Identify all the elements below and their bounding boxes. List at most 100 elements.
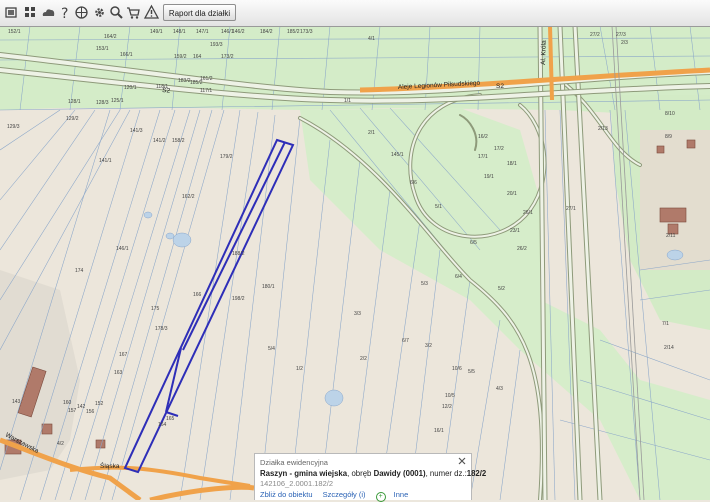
parcel-number-label: 2/3 [621, 40, 628, 46]
globe-icon[interactable] [73, 4, 90, 21]
parcel-number-label: 129/3 [7, 124, 20, 130]
parcel-number-label: 6/5 [470, 240, 477, 246]
plus-icon: + [375, 492, 386, 502]
parcel-number-label: 162/2 [182, 194, 195, 200]
zoom-icon[interactable] [108, 4, 125, 21]
parcel-number-label: 167 [119, 352, 128, 358]
parcel-number-label: 145/1 [391, 152, 404, 158]
parcel-number-label: 10/5 [445, 393, 455, 399]
parcel-number-label: 117/1 [200, 88, 212, 94]
popup-parcel-code: 142106_2.0001.182/2 [260, 479, 333, 488]
popup-links: Zbliż do obiektu Szczegóły (i) + Inne [260, 490, 424, 502]
parcel-number-label: 156 [86, 409, 95, 415]
parcel-number-label: 27/3 [616, 32, 626, 38]
parcel-number-label: 153/1 [96, 46, 109, 52]
parcel-number-label: 174 [75, 268, 84, 274]
popup-separator: , obręb [347, 469, 372, 478]
parcel-number-label: 173/2 [221, 54, 234, 60]
parcel-number-label: 149/1 [150, 29, 163, 35]
popup-gmina: Raszyn - gmina wiejska [260, 469, 348, 478]
parcel-number-label: 27/1 [566, 206, 576, 212]
building [686, 139, 696, 149]
road-label-krolow: Al. Króla [540, 40, 548, 65]
parcel-number-label: 193/3 [210, 42, 223, 48]
parcel-number-label: 179/2 [220, 154, 233, 160]
parcel-number-label: 17/1 [478, 154, 488, 160]
parcel-number-label: 166 [193, 292, 202, 298]
parcel-number-label: 3/2 [425, 343, 432, 349]
parcel-number-label: 141/2 [153, 138, 166, 144]
parcel-number-label: 183/2 [178, 78, 191, 84]
parcel-number-label: 6/6 [410, 180, 417, 186]
settings-icon[interactable] [91, 4, 108, 21]
parcel-number-label: 164 [158, 422, 167, 428]
parcel-number-label: 166/1 [120, 52, 133, 58]
parcel-number-label: 5/1 [435, 204, 442, 210]
parcel-number-label: 2/14 [664, 345, 674, 351]
parcel-report-button[interactable]: Raport dla działki [163, 4, 236, 21]
parcel-number-label: 4/3 [496, 386, 503, 392]
parcel-number-label: 146/2 [232, 29, 245, 35]
help-icon[interactable]: ? [57, 4, 74, 21]
parcel-number-label: 5/3 [421, 281, 428, 287]
popup-separator: , numer dz.: [425, 469, 467, 478]
parcel-number-label: 4/2 [57, 441, 64, 447]
parcel-number-label: 19/1 [484, 174, 494, 180]
parcel-number-label: 185/2 [190, 80, 203, 86]
parcel-number-label: 23/1 [510, 228, 520, 234]
cloud-icon[interactable] [40, 4, 57, 21]
parcel-number-label: 120/1 [124, 85, 137, 91]
parcel-number-label: 163 [114, 370, 123, 376]
parcel-number-label: 8/10 [665, 111, 675, 117]
parcel-number-label: 173/3 [300, 29, 313, 35]
building [41, 423, 53, 435]
building-zone-east [640, 130, 710, 270]
cadastral-map[interactable]: Aleje Legionów Piłsudskiego S2 S2 Al. Kr… [0, 0, 710, 500]
parcel-number-label: 164/2 [104, 34, 117, 40]
parcel-number-label: 2/2 [360, 356, 367, 362]
more-link[interactable]: + Inne [375, 490, 417, 502]
parcel-number-label: 143 [12, 399, 21, 405]
parcel-info-popup: Działka ewidencyjna Raszyn - gmina wiejs… [254, 453, 486, 502]
warning-icon[interactable] [143, 4, 160, 21]
parcel-number-label: 5/4 [268, 346, 275, 352]
parcel-number-label: 125/1 [111, 98, 124, 104]
popup-parcel-description: Raszyn - gmina wiejska, obręb Dawidy (00… [260, 469, 486, 478]
parcel-number-label: 198/2 [232, 296, 245, 302]
parcel-number-label: 26/1 [523, 210, 533, 216]
parcel-number-label: 10/6 [452, 366, 462, 372]
close-icon[interactable] [457, 456, 467, 466]
parcel-number-label: 148/1 [173, 29, 186, 35]
parcel-number-label: 152/1 [8, 29, 21, 35]
parcel-number-label: 6/7 [402, 338, 409, 344]
parcel-number-label: 27/2 [590, 32, 600, 38]
building [656, 145, 665, 154]
parcel-number-label: 8/9 [665, 134, 672, 140]
parcel-number-label: 142 [77, 404, 86, 410]
cart-icon[interactable] [125, 4, 142, 21]
parcel-number-label: 12/2 [442, 404, 452, 410]
grid-icon[interactable] [22, 4, 39, 21]
details-link[interactable]: Szczegóły (i) [323, 490, 366, 499]
parcel-number-label: 16/1 [434, 428, 444, 434]
svg-text:?: ? [61, 6, 68, 21]
zoom-to-object-link[interactable]: Zbliż do obiektu [260, 490, 313, 499]
parcel-number-label: 1/1 [344, 98, 351, 104]
parcel-number-label: 4/1 [368, 36, 375, 42]
parcel-number-label: 160 [63, 400, 72, 406]
parcel-number-label: 129/2 [66, 116, 79, 122]
parcel-number-label: 118/1 [156, 84, 168, 90]
parcel-number-label: 175 [151, 306, 160, 312]
parcel-number-label: 158/2 [172, 138, 185, 144]
parcel-number-label: 17/2 [494, 146, 504, 152]
parcel-number-label: 159/2 [174, 54, 187, 60]
layers-icon[interactable] [3, 4, 20, 21]
popup-title: Działka ewidencyjna [260, 458, 328, 467]
parcel-number-label: 188/2 [232, 251, 245, 257]
parcel-number-label: 141/3 [130, 128, 143, 134]
parcel-number-label: 128/1 [68, 99, 81, 105]
parcel-number-label: 2/11 [666, 233, 676, 239]
parcel-number-label: 16/2 [478, 134, 488, 140]
popup-obreb: Dawidy (0001) [373, 469, 426, 478]
parcel-number-label: 5/2 [498, 286, 505, 292]
